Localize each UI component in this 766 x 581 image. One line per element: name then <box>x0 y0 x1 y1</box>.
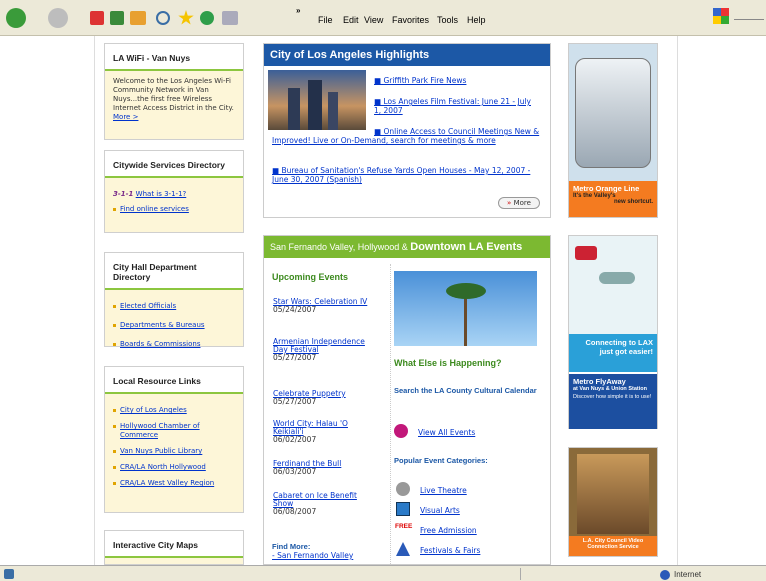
popular-categories-heading: Popular Event Categories: <box>394 456 488 465</box>
citywide-title: Citywide Services Directory <box>105 151 243 178</box>
event-item[interactable]: World City: Halau 'O Keikiali'i 06/02/200… <box>273 420 378 444</box>
menu-tools[interactable]: Tools <box>437 15 458 25</box>
wifi-box: LA WiFi - Van Nuys Welcome to the Los An… <box>104 43 244 140</box>
category-visual-arts[interactable]: Visual Arts <box>420 506 460 515</box>
local-link-cra-nh[interactable]: CRA/LA North Hollywood <box>120 463 206 471</box>
menu-file[interactable]: File <box>318 15 333 25</box>
view-all-events-link[interactable]: View All Events <box>418 428 475 437</box>
back-icon[interactable] <box>6 8 26 28</box>
print-icon[interactable] <box>222 11 238 25</box>
council-chamber-image <box>577 454 649 534</box>
local-title: Local Resource Links <box>105 367 243 394</box>
bus-image <box>575 58 651 168</box>
page-icon <box>4 569 14 579</box>
search-calendar-link[interactable]: Search the LA County Cultural Calendar <box>394 386 544 395</box>
wifi-more-link[interactable]: More > <box>113 113 138 121</box>
internet-zone-icon <box>660 570 670 580</box>
windows-logo-icon <box>713 8 729 24</box>
orange-line-sub2: new shortcut. <box>613 199 653 205</box>
palm-tree-image <box>394 271 537 346</box>
menu-view[interactable]: View <box>364 15 383 25</box>
find-more-label: Find More: <box>272 542 311 551</box>
council-video-ad[interactable]: L.A. City Council Video Connection Servi… <box>568 447 658 557</box>
menu-help[interactable]: Help <box>467 15 486 25</box>
cityhall-title: City Hall Department Directory <box>105 253 243 290</box>
search-icon[interactable] <box>156 11 170 25</box>
theatre-masks-icon <box>396 482 410 496</box>
maps-title: Interactive City Maps <box>105 531 243 558</box>
citywide-box: Citywide Services Directory 3-1-1 What i… <box>104 150 244 233</box>
wifi-title: LA WiFi - Van Nuys <box>105 44 243 71</box>
window-controls[interactable] <box>734 10 764 20</box>
local-link-hollywood[interactable]: Hollywood Chamber of Commerce <box>120 422 200 439</box>
metro-flyaway-ad[interactable]: Connecting to LAX just got easier! Metro… <box>568 235 658 429</box>
what-is-311-link[interactable]: What is 3-1-1? <box>136 190 187 198</box>
upcoming-events-heading: Upcoming Events <box>272 272 349 282</box>
highlight-link-griffith[interactable]: ■ Griffith Park Fire News <box>374 76 466 85</box>
history-icon[interactable] <box>200 11 214 25</box>
events-flower-icon <box>394 424 408 438</box>
event-item[interactable]: Cabaret on Ice Benefit Show 06/08/2007 <box>273 492 378 516</box>
flyaway-title: Metro FlyAway <box>573 377 626 386</box>
highlights-more-button[interactable]: » More <box>498 197 540 209</box>
menu-edit[interactable]: Edit <box>343 15 359 25</box>
event-item[interactable]: Ferdinand the Bull 06/03/2007 <box>273 460 378 476</box>
council-ad-text: L.A. City Council Video Connection Servi… <box>569 536 657 556</box>
stop-icon[interactable] <box>90 11 104 25</box>
home-icon[interactable] <box>130 11 146 25</box>
lax-map-image <box>569 236 657 334</box>
category-live-theatre[interactable]: Live Theatre <box>420 486 467 495</box>
events-divider <box>390 264 391 564</box>
internet-zone-label: Internet <box>674 570 702 579</box>
highlight-link-council[interactable]: ■ Online Access to Council Meetings New … <box>272 127 542 145</box>
local-link-library[interactable]: Van Nuys Public Library <box>120 447 202 455</box>
find-online-services-link[interactable]: Find online services <box>120 205 189 213</box>
category-free-admission[interactable]: Free Admission <box>420 526 477 535</box>
lax-line2: just got easier! <box>599 347 653 356</box>
local-link-cra-wv[interactable]: CRA/LA West Valley Region <box>120 479 214 487</box>
maps-box: Interactive City Maps <box>104 530 244 565</box>
skyline-image <box>268 70 366 130</box>
highlight-link-sanitation[interactable]: ■ Bureau of Sanitation's Refuse Yards Op… <box>272 166 542 184</box>
refresh-icon[interactable] <box>110 11 124 25</box>
visual-arts-icon <box>396 502 410 516</box>
event-item[interactable]: Celebrate Puppetry 05/27/2007 <box>273 390 378 406</box>
wifi-text: Welcome to the Los Angeles Wi-Fi Communi… <box>113 77 234 112</box>
what-else-heading: What Else is Happening? <box>394 358 502 368</box>
elected-officials-link[interactable]: Elected Officials <box>120 302 176 310</box>
orange-line-title: Metro Orange Line <box>573 184 640 193</box>
find-more-sfv-link[interactable]: - San Fernando Valley <box>272 551 353 560</box>
browser-toolbar: » File Edit View Favorites Tools Help <box>0 0 766 36</box>
highlights-title: City of Los Angeles Highlights <box>264 44 550 66</box>
boards-link[interactable]: Boards & Commissions <box>120 340 201 348</box>
toolbar-chevron[interactable]: » <box>296 6 300 15</box>
event-item[interactable]: Armenian Independence Day Festival 05/27/… <box>273 338 378 362</box>
311-logo: 3-1-1 <box>113 190 134 198</box>
departments-link[interactable]: Departments & Bureaus <box>120 321 205 329</box>
cityhall-box: City Hall Department Directory Elected O… <box>104 252 244 348</box>
flyaway-desc: Discover how simple it is to use! <box>573 394 652 400</box>
free-admission-icon: FREE <box>395 523 413 530</box>
events-title: San Fernando Valley, Hollywood & Downtow… <box>264 236 550 258</box>
lax-line1: Connecting to LAX <box>585 338 654 347</box>
status-bar: Internet <box>0 565 766 581</box>
category-festivals[interactable]: Festivals & Fairs <box>420 546 480 555</box>
local-resources-box: Local Resource Links City of Los Angeles… <box>104 366 244 513</box>
metro-orange-line-ad[interactable]: Metro Orange Line It's the Valley's new … <box>568 43 658 218</box>
menu-favorites[interactable]: Favorites <box>392 15 429 25</box>
forward-icon[interactable] <box>48 8 68 28</box>
event-item[interactable]: Star Wars: Celebration IV 05/24/2007 <box>273 298 378 314</box>
flyaway-sub: at Van Nuys & Union Station <box>573 386 647 392</box>
favorites-star-icon[interactable] <box>178 10 194 25</box>
local-link-la[interactable]: City of Los Angeles <box>120 406 187 414</box>
highlight-link-film[interactable]: ■ Los Angeles Film Festival: June 21 - J… <box>374 97 539 115</box>
